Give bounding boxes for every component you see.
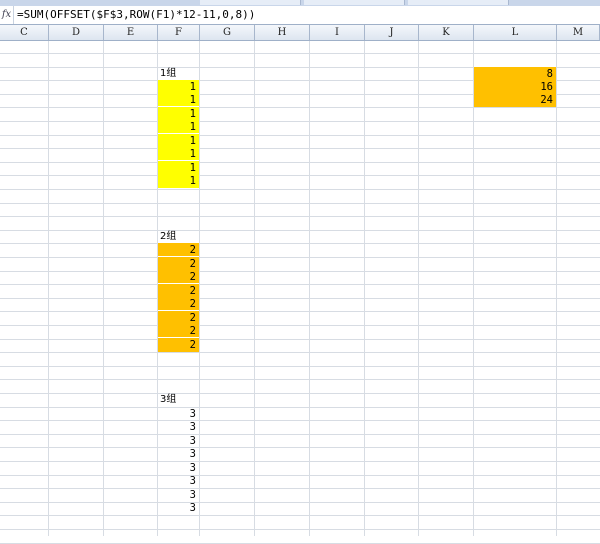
gridline bbox=[0, 271, 600, 272]
gridline bbox=[0, 284, 600, 285]
gridline bbox=[0, 461, 600, 462]
column-header-j[interactable]: J bbox=[365, 25, 419, 40]
group3-value[interactable]: 3 bbox=[158, 488, 199, 501]
group1-value[interactable]: 1 bbox=[158, 147, 199, 160]
column-headers: C D E F G H I J K L M bbox=[0, 25, 600, 41]
worksheet-grid[interactable]: 1组 1 1 1 1 1 1 1 1 8 16 24 2组 2 2 2 2 2 … bbox=[0, 41, 600, 544]
gridline bbox=[0, 529, 600, 530]
group1-value[interactable]: 1 bbox=[158, 161, 199, 174]
gridline bbox=[0, 447, 600, 448]
gridline bbox=[0, 230, 600, 231]
gridline bbox=[0, 162, 600, 163]
column-header-k[interactable]: K bbox=[419, 25, 474, 40]
gridline bbox=[0, 420, 600, 421]
group3-value[interactable]: 3 bbox=[158, 447, 199, 460]
group1-label[interactable]: 1组 bbox=[158, 67, 199, 80]
group1-value[interactable]: 1 bbox=[158, 134, 199, 147]
column-header-m[interactable]: M bbox=[557, 25, 600, 40]
sheet-tab[interactable] bbox=[408, 0, 509, 5]
fx-icon[interactable]: fx bbox=[0, 6, 14, 24]
group1-value[interactable]: 1 bbox=[158, 120, 199, 133]
result-value[interactable]: 24 bbox=[474, 93, 556, 107]
group1-value[interactable]: 1 bbox=[158, 80, 199, 93]
group3-label[interactable]: 3组 bbox=[158, 393, 199, 406]
gridline bbox=[0, 189, 600, 190]
group2-value[interactable]: 2 bbox=[158, 284, 199, 297]
group2-value[interactable]: 2 bbox=[158, 324, 199, 337]
gridline bbox=[0, 175, 600, 176]
column-header-i[interactable]: I bbox=[310, 25, 365, 40]
group3-value[interactable]: 3 bbox=[158, 407, 199, 420]
gridline bbox=[0, 379, 600, 380]
gridline bbox=[0, 325, 600, 326]
gridline bbox=[0, 339, 600, 340]
gridline bbox=[0, 434, 600, 435]
gridline bbox=[0, 488, 600, 489]
group3-value[interactable]: 3 bbox=[158, 474, 199, 487]
column-header-c[interactable]: C bbox=[0, 25, 49, 40]
column-header-g[interactable]: G bbox=[200, 25, 255, 40]
sheet-tab[interactable] bbox=[200, 0, 301, 5]
group2-value[interactable]: 2 bbox=[158, 243, 199, 256]
formula-bar: fx =SUM(OFFSET($F$3,ROW(F1)*12-11,0,8)) bbox=[0, 6, 600, 25]
column-header-f[interactable]: F bbox=[158, 25, 200, 40]
gridline bbox=[0, 298, 600, 299]
gridline bbox=[0, 393, 600, 394]
gridline bbox=[0, 366, 600, 367]
column-header-h[interactable]: H bbox=[255, 25, 310, 40]
group2-value[interactable]: 2 bbox=[158, 338, 199, 352]
group2-value[interactable]: 2 bbox=[158, 311, 199, 324]
column-header-e[interactable]: E bbox=[104, 25, 158, 40]
group2-value[interactable]: 2 bbox=[158, 270, 199, 283]
gridline bbox=[0, 53, 600, 54]
gridline bbox=[0, 203, 600, 204]
group2-value[interactable]: 2 bbox=[158, 297, 199, 310]
gridline bbox=[0, 107, 600, 108]
group3-value[interactable]: 3 bbox=[158, 434, 199, 447]
gridline bbox=[0, 216, 600, 217]
column-header-l[interactable]: L bbox=[474, 25, 557, 40]
gridline bbox=[0, 121, 600, 122]
result-value[interactable]: 16 bbox=[474, 80, 556, 93]
gridline bbox=[0, 515, 600, 516]
group1-value[interactable]: 1 bbox=[158, 107, 199, 120]
group3-value[interactable]: 3 bbox=[158, 501, 199, 514]
gridline bbox=[0, 352, 600, 353]
column-header-d[interactable]: D bbox=[49, 25, 104, 40]
group1-value[interactable]: 1 bbox=[158, 174, 199, 188]
group2-value[interactable]: 2 bbox=[158, 257, 199, 270]
group2-label[interactable]: 2组 bbox=[158, 230, 199, 243]
group3-value[interactable]: 3 bbox=[158, 461, 199, 474]
group1-value[interactable]: 1 bbox=[158, 93, 199, 106]
formula-input[interactable]: =SUM(OFFSET($F$3,ROW(F1)*12-11,0,8)) bbox=[17, 6, 255, 24]
gridline bbox=[0, 243, 600, 244]
gridline bbox=[0, 407, 600, 408]
gridline bbox=[0, 311, 600, 312]
gridline bbox=[0, 148, 600, 149]
gridline bbox=[0, 475, 600, 476]
group3-value[interactable]: 3 bbox=[158, 420, 199, 433]
gridline bbox=[0, 502, 600, 503]
gridline bbox=[0, 257, 600, 258]
sheet-tab[interactable] bbox=[304, 0, 405, 5]
result-value[interactable]: 8 bbox=[474, 67, 556, 80]
gridline bbox=[0, 135, 600, 136]
